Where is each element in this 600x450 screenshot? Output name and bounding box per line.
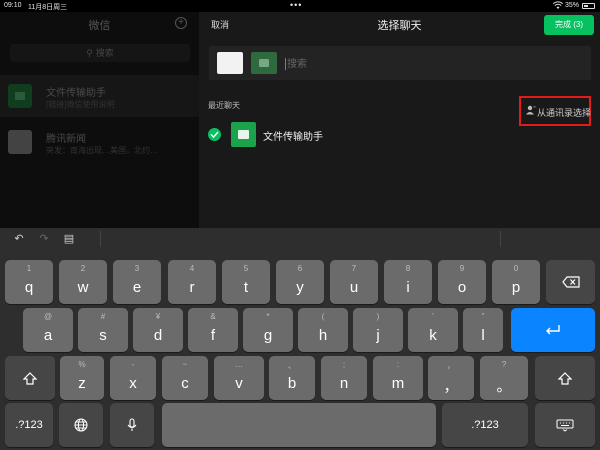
numbers-key-right[interactable]: .?123 [442, 403, 528, 447]
left-panel-title: 微信 [88, 20, 111, 32]
key-k[interactable]: ' k [408, 308, 458, 352]
key-j[interactable]: ) j [353, 308, 403, 352]
undo-icon[interactable]: ↶ [12, 232, 26, 246]
selected-avatar[interactable] [251, 52, 277, 74]
key-z[interactable]: % z [60, 356, 104, 400]
chat-preview: 突发：南海出现…美国，北约… [46, 146, 158, 155]
person-icon [526, 105, 536, 115]
shift-key-right[interactable] [535, 356, 595, 400]
key-n[interactable]: ; n [321, 356, 367, 400]
toolbar-divider [500, 231, 501, 247]
onscreen-keyboard: ↶ ↷ ▤ 1q 2w 3e 4r 5t 6y 7u 8i 9o 0p @ a #… [0, 228, 600, 450]
key-f[interactable]: & f [188, 308, 238, 352]
backspace-icon [561, 276, 580, 288]
key-u[interactable]: 7u [330, 260, 378, 304]
modal-title: 选择聊天 [377, 20, 422, 32]
text-cursor [285, 58, 286, 71]
folder-icon [15, 92, 25, 100]
key-h[interactable]: (h [298, 308, 348, 352]
key-q[interactable]: 1q [5, 260, 53, 304]
key-b[interactable]: 、 b [269, 356, 315, 400]
multitasking-dots[interactable]: ••• [290, 0, 302, 10]
selected-avatar[interactable] [217, 52, 243, 74]
status-date: 11月8日周三 [28, 4, 68, 11]
folder-icon [238, 130, 249, 139]
battery-percent: 35% [565, 2, 580, 9]
search-input[interactable]: 搜索 [285, 55, 307, 71]
key-w[interactable]: 2w [59, 260, 107, 304]
shift-icon [23, 371, 37, 385]
key-c[interactable]: ~ c [162, 356, 208, 400]
key-i[interactable]: 8i [384, 260, 432, 304]
key-t[interactable]: 5t [222, 260, 270, 304]
wifi-icon [553, 1, 563, 9]
key-x[interactable]: -x [110, 356, 156, 400]
key-r[interactable]: 4r [168, 260, 216, 304]
status-time: 09:10 [4, 2, 22, 9]
done-button[interactable]: 完成 (3) [544, 15, 594, 35]
search-icon: ⚲ [86, 48, 93, 58]
select-from-contacts-label: 从通讯录选择 [537, 108, 592, 118]
globe-key[interactable] [59, 403, 103, 447]
globe-icon [74, 418, 88, 432]
numbers-key-left[interactable]: .?123 [5, 403, 53, 447]
key-o[interactable]: 9o [438, 260, 486, 304]
return-icon [546, 325, 560, 335]
chat-name: 腾讯新闻 [46, 134, 86, 145]
left-search-placeholder: 搜索 [95, 48, 114, 58]
backspace-key[interactable] [546, 260, 595, 304]
shift-key-left[interactable] [5, 356, 55, 400]
search-placeholder: 搜索 [287, 59, 307, 70]
status-bar: 09:10 11月8日周三 ••• 35% [0, 0, 600, 12]
paste-icon[interactable]: ▤ [62, 232, 76, 246]
chat-list-item[interactable]: 腾讯新闻 突发：南海出现…美国，北约… [0, 121, 199, 163]
selected-contacts-bar: 搜索 [209, 46, 591, 80]
space-key[interactable] [162, 403, 436, 447]
checkmark-icon[interactable] [208, 128, 221, 141]
recent-chats-label: 最近聊天 [208, 101, 240, 110]
microphone-icon [127, 418, 137, 431]
key-period[interactable]: ?。 [480, 356, 528, 400]
key-a[interactable]: @ a [23, 308, 73, 352]
key-s[interactable]: # s [78, 308, 128, 352]
key-d[interactable]: ¥ d [133, 308, 183, 352]
hide-keyboard-key[interactable] [535, 403, 595, 447]
left-search-bar[interactable]: ⚲ 搜索 [10, 44, 190, 62]
battery-icon [582, 3, 595, 9]
file-transfer-avatar [8, 84, 32, 108]
chat-name: 文件传输助手 [46, 88, 106, 99]
add-icon[interactable]: + [175, 17, 187, 29]
tencent-news-avatar [8, 130, 32, 154]
key-comma[interactable]: ，， [428, 356, 474, 400]
chat-list-panel: 微信 + ⚲ 搜索 文件传输助手 [链接]微信使用说明 腾讯新闻 突发：南海出现…… [0, 12, 199, 228]
keyboard-toolbar: ↶ ↷ ▤ [0, 228, 600, 250]
key-p[interactable]: 0p [492, 260, 540, 304]
select-chat-modal: 取消 选择聊天 完成 (3) 搜索 最近聊天 文件传输助手 从通讯录选择 [199, 12, 600, 228]
chat-list-item[interactable]: 文件传输助手 [链接]微信使用说明 [0, 75, 199, 117]
recent-chat-name: 文件传输助手 [263, 132, 323, 143]
shift-icon [558, 371, 572, 385]
key-v[interactable]: … v [214, 356, 264, 400]
keyboard-hide-icon [556, 419, 574, 432]
key-l[interactable]: " l [463, 308, 503, 352]
folder-icon [259, 59, 269, 67]
key-g[interactable]: * g [243, 308, 293, 352]
key-m[interactable]: :m [373, 356, 423, 400]
dictation-key[interactable] [110, 403, 154, 447]
key-e[interactable]: 3e [113, 260, 161, 304]
redo-icon[interactable]: ↷ [37, 232, 51, 246]
key-y[interactable]: 6y [276, 260, 324, 304]
return-key[interactable] [511, 308, 595, 352]
toolbar-divider [100, 231, 101, 247]
file-transfer-avatar [231, 122, 256, 147]
chat-preview: [链接]微信使用说明 [46, 100, 115, 109]
select-from-contacts-button[interactable]: 从通讯录选择 [519, 96, 591, 126]
